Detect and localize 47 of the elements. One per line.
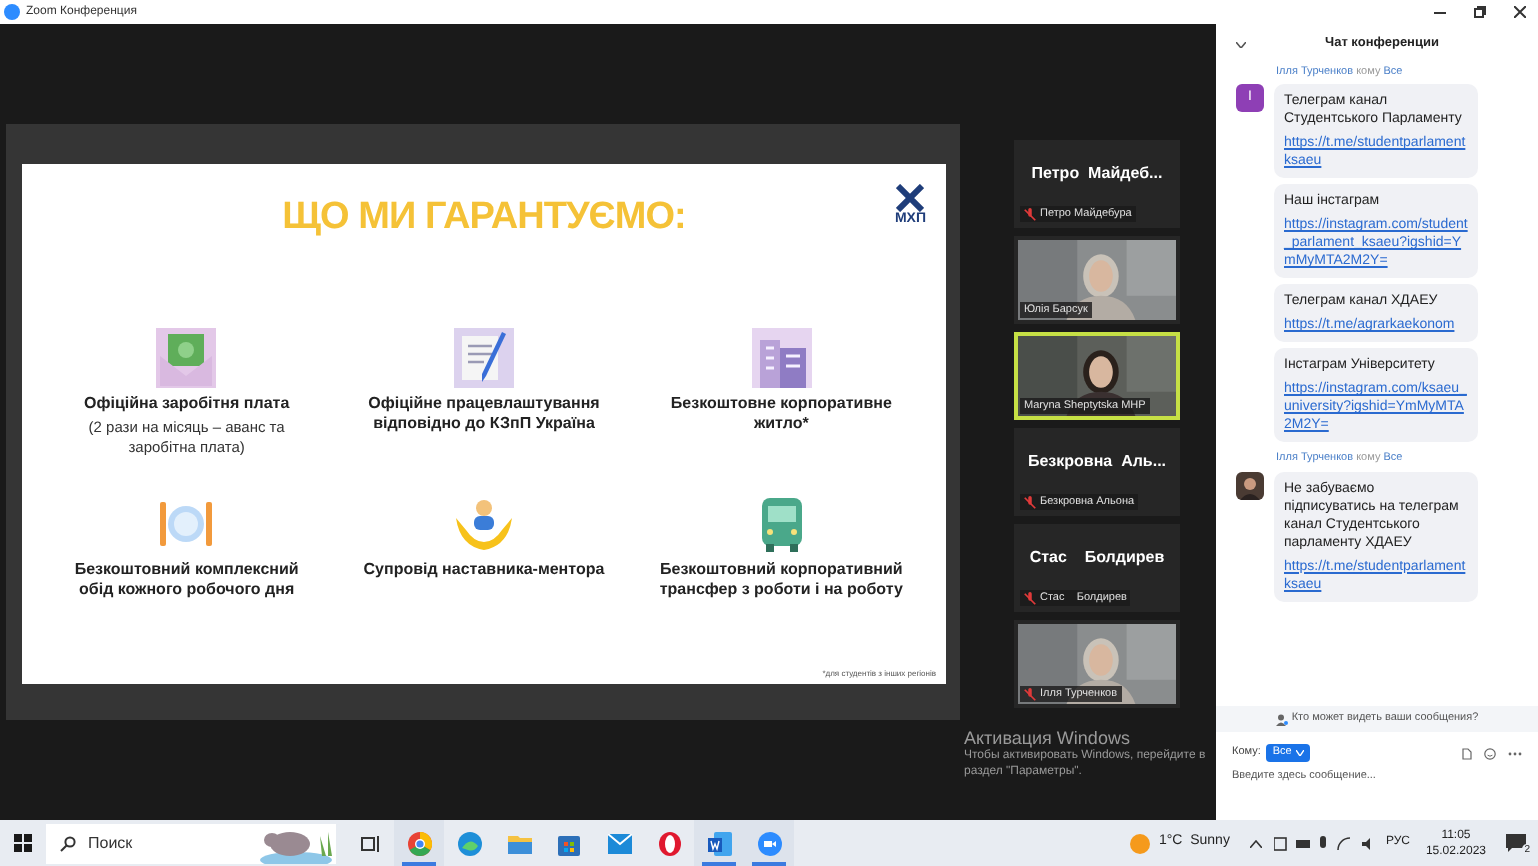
mail-icon[interactable] — [607, 833, 631, 853]
sender-avatar — [1236, 471, 1264, 499]
opera-icon[interactable] — [657, 831, 681, 855]
emoji-icon[interactable] — [1484, 747, 1496, 759]
open-indicator — [402, 862, 436, 866]
slide-title: ЩО МИ ГАРАНТУЄМО: — [282, 194, 686, 242]
video-app-icon[interactable] — [757, 831, 781, 855]
participant-name: Петро Майдеб... — [1031, 162, 1163, 186]
benefit-title: Офіційне працевлаштування відповідно до КЗпП Україна — [366, 393, 602, 433]
zoom-logo-icon — [4, 4, 20, 20]
muted-mic-icon — [1024, 495, 1036, 509]
windows-start-icon[interactable] — [14, 834, 32, 852]
activation-title: Активация Windows — [964, 728, 1132, 748]
participant-name: Стас Болдирев — [1029, 546, 1165, 570]
open-indicator — [752, 862, 786, 866]
chevron-up-icon[interactable] — [1249, 839, 1262, 847]
benefit-title: Безкоштовний комплексний обід кожного робочого дня — [72, 559, 301, 599]
folder-icon[interactable] — [507, 832, 531, 854]
browser-icon[interactable] — [407, 831, 431, 855]
minimize-icon[interactable] — [1434, 11, 1446, 13]
browser-wave-icon[interactable] — [457, 831, 481, 855]
search-icon — [60, 835, 76, 851]
muted-mic-icon — [1024, 687, 1036, 701]
benefit-title: Безкоштовне корпоративне житло* — [668, 393, 894, 433]
taskbar-app-button[interactable] — [694, 820, 744, 866]
muted-mic-icon — [1024, 591, 1036, 605]
search-field[interactable]: Поиск — [88, 831, 208, 855]
benefit-title: Безкоштовний корпоративний трансфер з роботи і на роботу — [657, 559, 905, 599]
close-icon[interactable] — [1514, 6, 1526, 18]
document-app-icon[interactable] — [707, 831, 731, 855]
money-envelope-icon — [156, 327, 217, 387]
restore-icon[interactable] — [1474, 6, 1486, 18]
file-icon[interactable] — [1462, 747, 1472, 759]
benefit-title: Супровід наставника-ментора — [361, 559, 607, 579]
contract-pen-icon — [453, 327, 514, 387]
buildings-icon — [751, 327, 812, 387]
task-view-icon[interactable] — [359, 833, 379, 853]
muted-mic-icon — [1024, 207, 1036, 221]
benefit-title: Офіційна заробітня плата — [82, 393, 292, 413]
notification-icon[interactable] — [1506, 834, 1526, 852]
open-indicator — [702, 862, 736, 866]
participant-name: Безкровна Аль... — [1027, 450, 1167, 474]
collapse-chevron-icon[interactable] — [1236, 41, 1246, 47]
people-icon — [1275, 713, 1288, 725]
search-box[interactable]: Поиск — [46, 823, 336, 863]
store-bag-icon[interactable] — [558, 831, 580, 855]
caret-icon — [1295, 750, 1304, 756]
